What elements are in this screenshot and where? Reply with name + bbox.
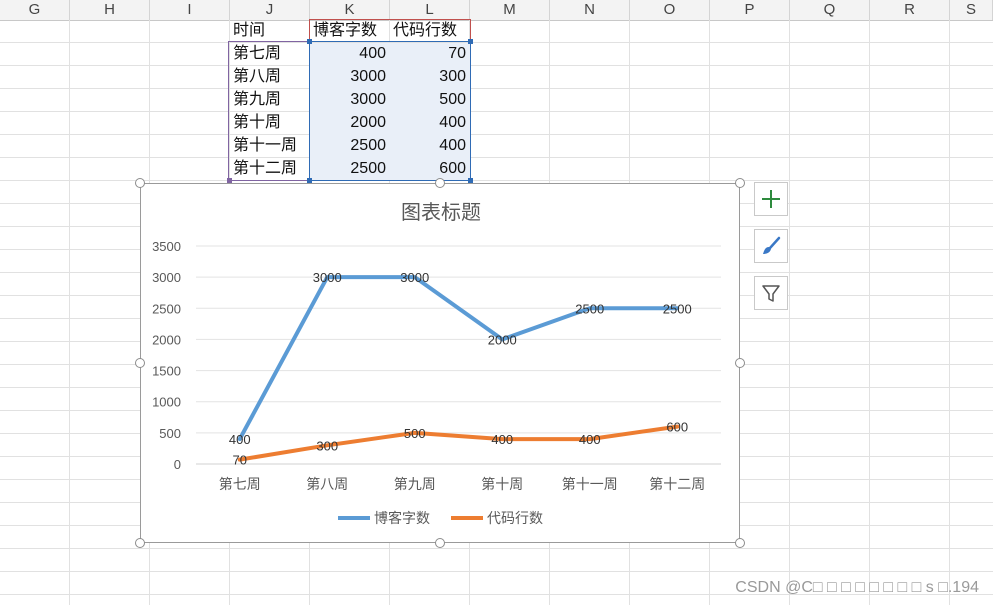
chart-canvas: 图表标题 0 500 1000 1500 2000 2500 3000 3500 第七周 第八周 第九… [152, 201, 721, 526]
y-tick-label: 1500 [152, 364, 181, 379]
column-header-m[interactable]: M [470, 0, 550, 20]
value-range-outline-blue [309, 41, 471, 181]
column-header-s[interactable]: S [950, 0, 993, 20]
x-tick-label: 第十周 [481, 476, 523, 492]
x-tick-label: 第七周 [219, 476, 261, 492]
resize-handle-br[interactable] [735, 538, 745, 548]
data-label: 400 [579, 432, 601, 447]
resize-handle-l[interactable] [135, 358, 145, 368]
y-tick-label: 2000 [152, 332, 181, 347]
column-divider [869, 20, 870, 605]
plus-icon [762, 190, 780, 208]
x-tick-label: 第八周 [306, 476, 348, 492]
column-divider [69, 20, 70, 605]
series-line-1 [237, 275, 680, 442]
series-range-outline-orange [309, 19, 471, 42]
y-tick-label: 500 [159, 426, 181, 441]
filter-icon [762, 285, 780, 302]
y-tick-label: 3000 [152, 270, 181, 285]
column-header-j[interactable]: J [230, 0, 310, 20]
row-divider [0, 111, 993, 112]
series-line-2 [237, 424, 680, 462]
data-label: 500 [404, 426, 426, 441]
column-header-i[interactable]: I [150, 0, 230, 20]
row-divider [0, 571, 993, 572]
x-tick-label: 第十二周 [649, 476, 705, 492]
column-header-p[interactable]: P [710, 0, 790, 20]
resize-handle-tr[interactable] [735, 178, 745, 188]
column-header-h[interactable]: H [70, 0, 150, 20]
resize-handle-bl[interactable] [135, 538, 145, 548]
data-label: 300 [316, 438, 338, 453]
row-divider [0, 134, 993, 135]
y-tick-label: 0 [174, 457, 181, 472]
data-label: 3000 [400, 270, 429, 285]
data-label: 3000 [313, 270, 342, 285]
row-divider [0, 88, 993, 89]
chart-elements-button[interactable] [754, 182, 788, 216]
data-label: 400 [229, 432, 251, 447]
row-divider [0, 157, 993, 158]
column-header-q[interactable]: Q [790, 0, 870, 20]
x-tick-label: 第九周 [394, 476, 436, 492]
line-chart[interactable]: 图表标题 0 500 1000 1500 2000 2500 3000 3500 第七周 第八周 第九… [140, 183, 740, 543]
column-header-k[interactable]: K [310, 0, 390, 20]
data-label: 2000 [488, 332, 517, 347]
y-tick-label: 1000 [152, 395, 181, 410]
row-divider [0, 65, 993, 66]
watermark: CSDN @C□ □ □ □ □ □ □ □ s □.194 [735, 579, 979, 596]
resize-handle-tl[interactable] [135, 178, 145, 188]
chart-filters-button[interactable] [754, 276, 788, 310]
column-divider [789, 20, 790, 605]
y-tick-label: 2500 [152, 301, 181, 316]
row-divider [0, 548, 993, 549]
legend-label: 代码行数 [487, 510, 543, 526]
resize-handle-t[interactable] [435, 178, 445, 188]
x-tick-label: 第十一周 [562, 476, 618, 492]
data-label: 400 [491, 432, 513, 447]
data-label: 600 [666, 420, 688, 435]
row-divider [0, 42, 993, 43]
column-header-l[interactable]: L [390, 0, 470, 20]
column-header-r[interactable]: R [870, 0, 950, 20]
column-header-o[interactable]: O [630, 0, 710, 20]
chart-styles-button[interactable] [754, 229, 788, 263]
header-time[interactable]: 时间 [229, 20, 310, 42]
column-header-n[interactable]: N [550, 0, 630, 20]
range-handle[interactable] [468, 39, 473, 44]
range-handle[interactable] [307, 39, 312, 44]
data-label: 2500 [575, 301, 604, 316]
chart-title: 图表标题 [401, 201, 481, 224]
column-header-g[interactable]: G [0, 0, 70, 20]
resize-handle-b[interactable] [435, 538, 445, 548]
legend-label: 博客字数 [374, 510, 430, 526]
data-label: 2500 [663, 301, 692, 316]
spreadsheet[interactable]: GHIJKLMNOPQRS 时间 博客字数 代码行数 第七周 400 70 第八周 30… [0, 0, 993, 605]
column-header-bar: GHIJKLMNOPQRS [0, 0, 993, 21]
resize-handle-r[interactable] [735, 358, 745, 368]
y-tick-label: 3500 [152, 239, 181, 254]
category-range-outline-purple [228, 41, 310, 181]
data-label: 70 [233, 453, 247, 468]
row-divider [0, 180, 993, 181]
column-divider [949, 20, 950, 605]
brush-icon [763, 236, 781, 254]
